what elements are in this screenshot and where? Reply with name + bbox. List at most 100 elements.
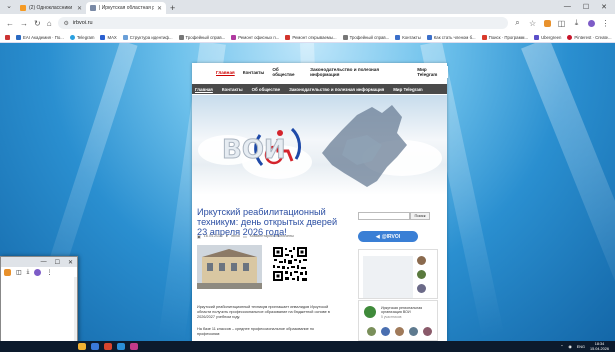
community-name[interactable]: Иркутская региональная организация ВОИ — [381, 306, 435, 314]
minimize-button[interactable]: — — [41, 259, 47, 265]
ok-favicon-icon — [20, 5, 26, 11]
app-taskbar-icon[interactable] — [117, 343, 125, 350]
bookmark-item[interactable] — [5, 34, 10, 40]
maximize-button[interactable]: ☐ — [583, 3, 589, 11]
member-avatar[interactable] — [381, 327, 390, 336]
calendar-icon: ▣ — [197, 235, 201, 239]
tab-search-icon[interactable]: ⌄ — [4, 2, 14, 12]
network-icon[interactable]: ◉ — [568, 344, 571, 349]
dark-menu-contacts[interactable]: Контакты — [222, 87, 243, 92]
avatar[interactable] — [417, 256, 426, 265]
extensions-puzzle-icon[interactable]: ◫ — [16, 269, 22, 276]
author-icon: ● — [225, 234, 228, 238]
bookmark-item[interactable]: EAI Академия · По... — [16, 34, 64, 40]
tab-irbvoi[interactable]: | Иркутская областная реаби... ✕ — [86, 2, 166, 14]
bookmark-star-icon[interactable]: ☆ — [529, 19, 537, 28]
apps-icon — [5, 34, 10, 40]
profile-avatar-icon[interactable] — [34, 268, 42, 276]
language-indicator[interactable]: ENG — [577, 345, 585, 349]
home-icon[interactable]: ⌂ — [47, 19, 52, 28]
bookmark-item[interactable]: Как стать членом б... — [426, 34, 476, 40]
menu-telegram[interactable]: Мир Telegram — [417, 67, 448, 77]
tray-chevron-icon[interactable]: ⌃ — [560, 344, 563, 349]
bookmark-item[interactable]: Ремонт офисных п... — [231, 34, 279, 40]
site-search-button[interactable]: Поиск — [410, 212, 430, 220]
clock[interactable]: 18:34 15.04.2026 — [590, 342, 609, 350]
comment-icon: ▭ — [242, 235, 247, 239]
maximize-button[interactable]: ☐ — [55, 259, 60, 266]
dark-menu-legislation[interactable]: Законодательство и полезная информация — [289, 87, 384, 92]
bookmark-item[interactable]: Трофейный справ... — [342, 34, 389, 40]
forward-icon[interactable]: → — [20, 19, 28, 28]
dark-menu-home[interactable]: Главная — [195, 87, 213, 92]
reload-icon[interactable]: ↻ — [34, 19, 41, 28]
menu-about[interactable]: Об обществе — [272, 67, 302, 77]
logo-text: ВОИ — [222, 135, 287, 166]
menu-kebab-icon[interactable]: ⋮ — [602, 19, 610, 28]
close-window-button[interactable]: ✕ — [601, 3, 607, 11]
menu-kebab-icon[interactable]: ⋮ — [46, 269, 52, 276]
second-browser-window[interactable]: — ☐ ✕ ◫ ⤓ ⋮ — [0, 256, 78, 352]
college-photo[interactable] — [197, 245, 262, 289]
address-bar[interactable]: ⚙ irbvoi.ru — [57, 17, 508, 29]
dark-menu-telegram[interactable]: Мир Telegram — [393, 87, 422, 92]
qr-code-icon — [272, 246, 308, 282]
bookmark-item[interactable]: Поиск · Программ... — [481, 34, 528, 40]
close-tab-icon[interactable]: ✕ — [77, 5, 82, 12]
avatar[interactable] — [417, 270, 426, 279]
dark-menu: Главная Контакты Об обществе Законодател… — [192, 84, 447, 94]
extension-icon[interactable] — [543, 19, 551, 27]
widget-post[interactable] — [363, 256, 413, 298]
dark-menu-about[interactable]: Об обществе — [252, 87, 281, 92]
profile-avatar-icon[interactable] — [587, 19, 595, 27]
menu-home[interactable]: Главная — [216, 70, 235, 75]
top-menu: Главная Контакты Об обществе Законодател… — [208, 66, 448, 78]
back-icon[interactable]: ← — [6, 19, 14, 28]
menu-legislation[interactable]: Законодательство и полезная информация — [310, 67, 409, 77]
scrollbar[interactable] — [74, 277, 77, 347]
community-logo[interactable] — [364, 306, 376, 318]
bookmark-item[interactable]: Структура идентиф... — [122, 34, 173, 40]
bookmark-item[interactable]: Трофейный справ... — [178, 34, 225, 40]
member-avatar[interactable] — [409, 327, 418, 336]
extension-icon[interactable] — [4, 268, 11, 276]
vk-follow-button[interactable]: ◀ @IRVOI — [358, 231, 418, 242]
new-tab-button[interactable]: + — [170, 3, 175, 13]
menu-contacts[interactable]: Контакты — [243, 70, 265, 75]
header-banner: ВОИ — [192, 95, 447, 195]
member-avatar[interactable] — [367, 327, 376, 336]
article-title[interactable]: Иркутский реабилитационный техникум: ден… — [197, 207, 342, 237]
chrome-taskbar-icon[interactable] — [78, 343, 86, 350]
extensions-puzzle-icon[interactable]: ◫ — [558, 19, 566, 28]
app-taskbar-icon[interactable] — [91, 343, 99, 350]
minimize-button[interactable]: — — [564, 3, 571, 11]
bookmark-item[interactable]: Pinterest · Create... — [567, 34, 612, 40]
bookmark-item[interactable]: Ремонт открываемы... — [285, 34, 337, 40]
bookmark-item[interactable]: Telegram — [69, 34, 94, 40]
browser-tab-bar: ⌄ (2) Одноклассники ✕ | Иркутская област… — [0, 0, 615, 14]
qr-code — [272, 246, 308, 282]
bookmark-item[interactable]: Контакты — [395, 34, 421, 40]
window-content-row — [4, 279, 74, 285]
site-favicon-icon — [90, 5, 96, 11]
close-window-button[interactable]: ✕ — [68, 259, 73, 266]
article-paragraph: На базе 11 классов – среднее профессиона… — [197, 327, 315, 336]
tab-odnoklassniki[interactable]: (2) Одноклассники ✕ — [16, 2, 86, 14]
member-avatar[interactable] — [423, 327, 432, 336]
bookmark-item[interactable]: Ubergreen — [534, 34, 561, 40]
close-tab-icon[interactable]: ✕ — [157, 5, 162, 12]
app-taskbar-icon[interactable] — [130, 343, 138, 350]
download-icon[interactable]: ⤓ — [27, 269, 30, 276]
telegram-icon: ◀ — [375, 233, 380, 240]
download-icon[interactable]: ⤓ — [573, 18, 581, 28]
site-info-icon[interactable]: ⚙ — [64, 20, 69, 27]
community-widget: Иркутская региональная организация ВОИ 5… — [358, 300, 438, 341]
site-search-input[interactable] — [358, 212, 410, 220]
member-avatar[interactable] — [395, 327, 404, 336]
url-text: irbvoi.ru — [72, 20, 93, 26]
light-ray — [521, 43, 615, 327]
zoom-icon[interactable]: ⌕ — [514, 18, 522, 28]
bookmark-item[interactable]: MAX — [100, 34, 117, 40]
app-taskbar-icon[interactable] — [104, 343, 112, 350]
avatar[interactable] — [417, 284, 426, 293]
